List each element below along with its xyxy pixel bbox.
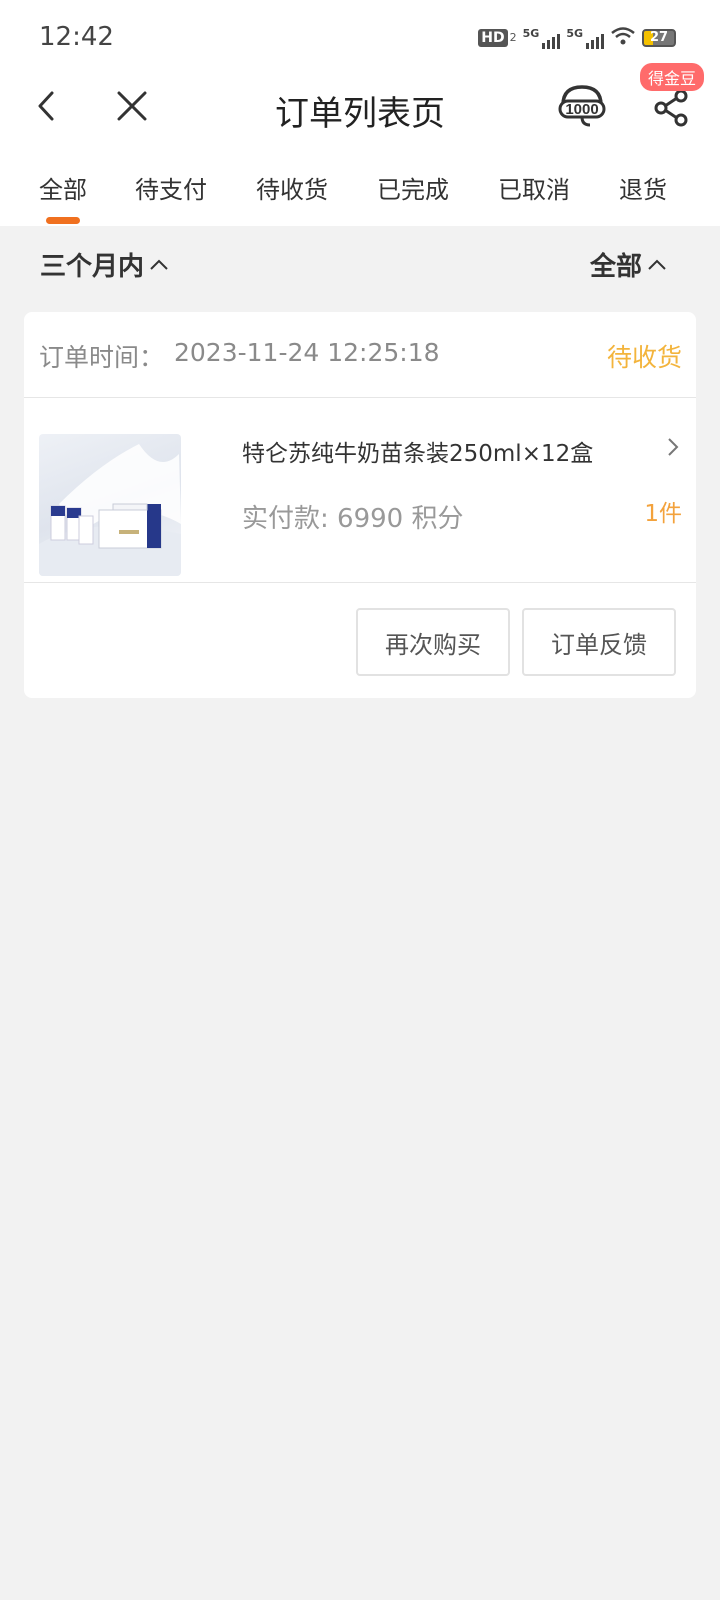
svg-text:1000: 1000 [565,101,598,118]
tab-cancelled[interactable]: 已取消 [498,170,570,205]
customer-service-button[interactable]: 1000 [556,80,608,132]
product-name[interactable]: 特仑苏纯牛奶苗条装250ml×12盒 [242,434,593,468]
hd-icon: HD [478,29,508,47]
order-card[interactable]: 订单时间： 2023-11-24 12:25:18 待收货 特仑苏纯牛奶苗条装2… [24,312,696,698]
paid-amount: 实付款: 6990 积分 [242,504,464,534]
gold-beans-badge[interactable]: 得金豆 [640,63,705,91]
status-time: 12:42 [39,22,114,52]
active-tab-indicator [46,217,80,224]
page-title: 订单列表页 [275,94,445,134]
battery-icon: 27 [642,29,676,47]
order-time-label: 订单时间： [39,343,165,372]
tab-completed[interactable]: 已完成 [377,170,449,205]
share-icon [654,89,688,127]
order-time-value: 2023-11-24 12:25:18 [174,338,440,367]
time-range-filter[interactable]: 三个月内 [40,246,170,283]
hd-sim-number: 2 [509,31,517,44]
tab-returns[interactable]: 退货 [619,170,667,205]
wifi-icon [610,26,636,50]
network-type: 5G [566,27,583,40]
chevron-right-icon[interactable] [666,436,680,462]
network-type: 5G [522,27,540,40]
order-type-filter[interactable]: 全部 [590,246,668,283]
signal-icon-sim2: 5G [566,27,604,49]
order-feedback-button[interactable]: 订单反馈 [522,608,676,676]
order-header: 订单时间： 2023-11-24 12:25:18 待收货 [24,312,696,398]
order-status: 待收货 [606,343,682,372]
signal-icon-sim1: 5G [523,27,561,49]
product-quantity: 1件 [644,501,682,527]
order-type-label: 全部 [589,252,642,282]
status-icons: HD 2 5G 5G 27 [478,26,676,50]
share-button[interactable] [650,86,694,130]
order-actions-divider [24,582,696,583]
tab-pending-payment[interactable]: 待支付 [135,170,207,205]
chevron-up-icon [648,259,666,270]
order-tabs: 全部 待支付 待收货 已完成 已取消 退货 [0,170,720,226]
chevron-up-icon [150,259,168,270]
product-image[interactable] [39,434,181,576]
tab-all[interactable]: 全部 [39,170,87,205]
time-range-label: 三个月内 [40,252,145,282]
customer-service-icon: 1000 [558,85,606,127]
tab-pending-receipt[interactable]: 待收货 [256,170,328,205]
rebuy-button[interactable]: 再次购买 [356,608,510,676]
